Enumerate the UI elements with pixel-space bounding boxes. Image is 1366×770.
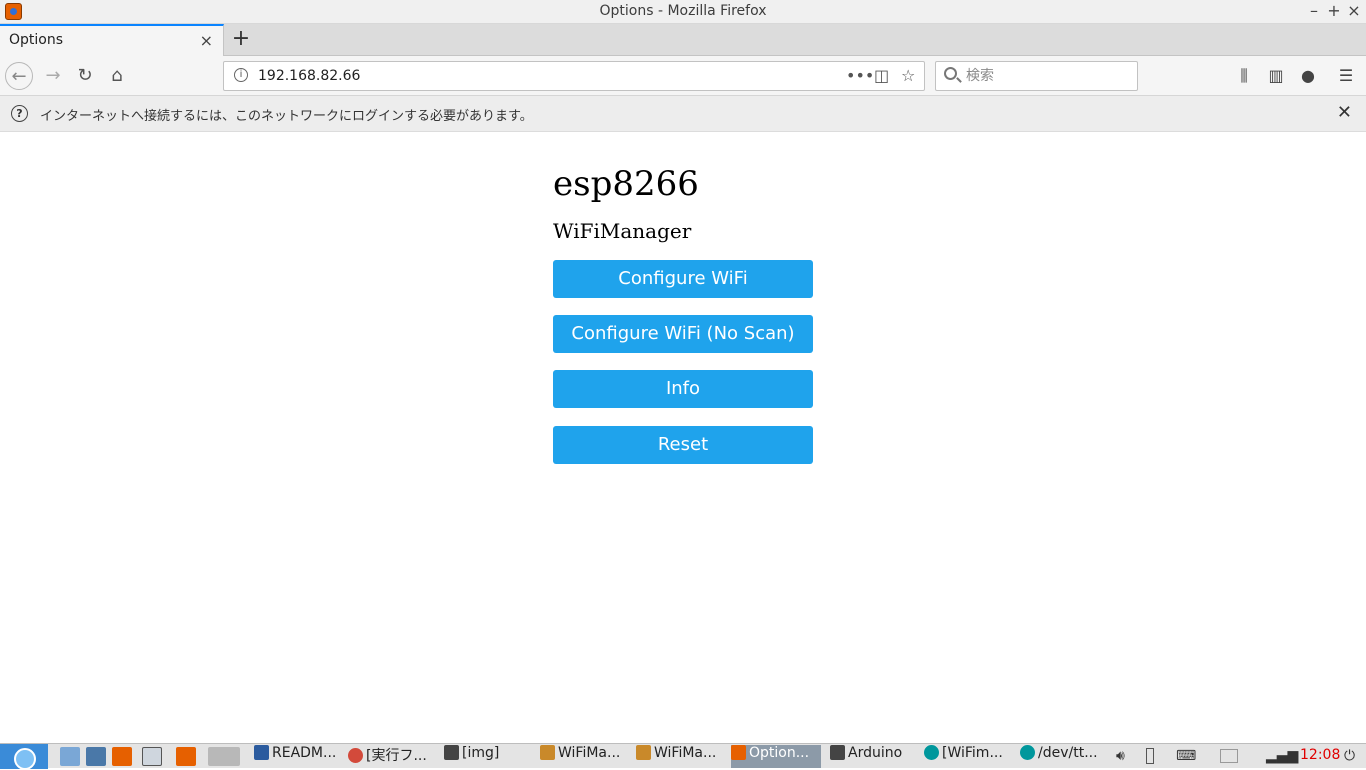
power-icon[interactable]: ⏻ (1344, 748, 1355, 764)
vscode-icon (254, 745, 269, 760)
page-subtitle: WiFiManager (553, 219, 692, 243)
start-menu-button[interactable] (0, 744, 48, 770)
clipboard-icon[interactable] (1220, 749, 1238, 763)
menu-icon[interactable]: ☰ (1335, 65, 1357, 87)
tab-label: Options (9, 32, 64, 48)
tab-strip: Options × + (0, 24, 1366, 56)
file-manager-icon[interactable] (60, 747, 80, 766)
taskbar-item-active[interactable]: Option... (731, 745, 821, 768)
volume-icon[interactable]: 🔊︎ (1116, 748, 1125, 764)
taskbar-item[interactable]: [img] (444, 745, 532, 768)
reload-button[interactable]: ↻ (71, 62, 99, 90)
search-icon (944, 67, 957, 80)
notification-message: インターネットへ接続するには、このネットワークにログインする必要があります。 (40, 109, 533, 124)
new-tab-button[interactable]: + (230, 26, 252, 52)
folder-icon (830, 745, 845, 760)
taskbar: READM... [実行フ... [img] WiFiMa... WiFiMa.… (0, 743, 1366, 770)
search-bar[interactable] (935, 61, 1138, 91)
folder-icon (444, 745, 459, 760)
keyboard-icon[interactable]: ⌨ (1176, 748, 1196, 764)
search-input[interactable] (966, 66, 1126, 86)
clock[interactable]: 12:08 (1300, 747, 1340, 763)
site-info-icon[interactable]: i (234, 68, 248, 82)
tab-options[interactable]: Options × (0, 24, 224, 56)
back-button[interactable]: ← (5, 62, 33, 90)
firefox-icon (731, 745, 746, 760)
close-window-button[interactable]: × (1346, 2, 1362, 20)
tab-close-icon[interactable]: × (200, 31, 213, 50)
extension-icon[interactable]: ● (1297, 65, 1319, 87)
pocket-icon[interactable]: ◫ (874, 66, 889, 85)
page-actions-icon[interactable]: ••• (846, 66, 874, 85)
forward-button[interactable]: → (39, 62, 67, 90)
window-titlebar: Options - Mozilla Firefox – + × (0, 0, 1366, 24)
url-text[interactable]: 192.168.82.66 (258, 68, 360, 84)
window-icon[interactable] (142, 747, 162, 766)
reset-button[interactable]: Reset (553, 426, 813, 464)
close-notification-icon[interactable]: ✕ (1337, 102, 1352, 123)
network-icon[interactable] (86, 747, 106, 766)
battery-icon[interactable] (1146, 748, 1154, 764)
arduino-icon (924, 745, 939, 760)
page-content: esp8266 WiFiManager Configure WiFi Confi… (0, 132, 1366, 743)
configure-wifi-no-scan-button[interactable]: Configure WiFi (No Scan) (553, 315, 813, 353)
info-button[interactable]: Info (553, 370, 813, 408)
window-title: Options - Mozilla Firefox (599, 3, 767, 19)
sidebar-icon[interactable]: ▥ (1265, 65, 1287, 87)
taskbar-item[interactable]: WiFiMa... (636, 745, 726, 768)
taskbar-item[interactable]: Arduino (830, 745, 916, 768)
taskbar-item[interactable]: WiFiMa... (540, 745, 630, 768)
configure-wifi-button[interactable]: Configure WiFi (553, 260, 813, 298)
navigation-bar: ← → ↻ ⌂ i 192.168.82.66 ••• ◫ ☆ ⫼ ▥ ● ☰ (0, 56, 1366, 96)
bookmark-star-icon[interactable]: ☆ (901, 66, 915, 85)
maximize-button[interactable]: + (1326, 2, 1342, 20)
firefox-launcher-icon[interactable] (176, 747, 196, 766)
arduino-icon (1020, 745, 1035, 760)
minimize-button[interactable]: – (1306, 2, 1322, 20)
captive-portal-notification: ? インターネットへ接続するには、このネットワークにログインする必要があります。… (0, 96, 1366, 132)
library-icon[interactable]: ⫼ (1233, 65, 1255, 87)
wifi-signal-icon[interactable]: ▂▄▆ (1266, 748, 1298, 764)
taskbar-item[interactable]: [実行フ... (348, 745, 436, 768)
taskbar-item[interactable]: /dev/tt... (1020, 745, 1110, 768)
chrome-icon (348, 748, 363, 763)
taskbar-item[interactable]: [WiFim... (924, 745, 1014, 768)
taskbar-item[interactable]: READM... (254, 745, 342, 768)
image-viewer-icon (540, 745, 555, 760)
desktop-pager[interactable] (208, 747, 240, 766)
url-bar[interactable]: i 192.168.82.66 ••• ◫ ☆ (223, 61, 925, 91)
image-viewer-icon (636, 745, 651, 760)
help-icon: ? (11, 105, 28, 122)
home-button[interactable]: ⌂ (103, 62, 131, 90)
page-title: esp8266 (553, 164, 699, 204)
firefox-launcher-icon[interactable] (112, 747, 132, 766)
